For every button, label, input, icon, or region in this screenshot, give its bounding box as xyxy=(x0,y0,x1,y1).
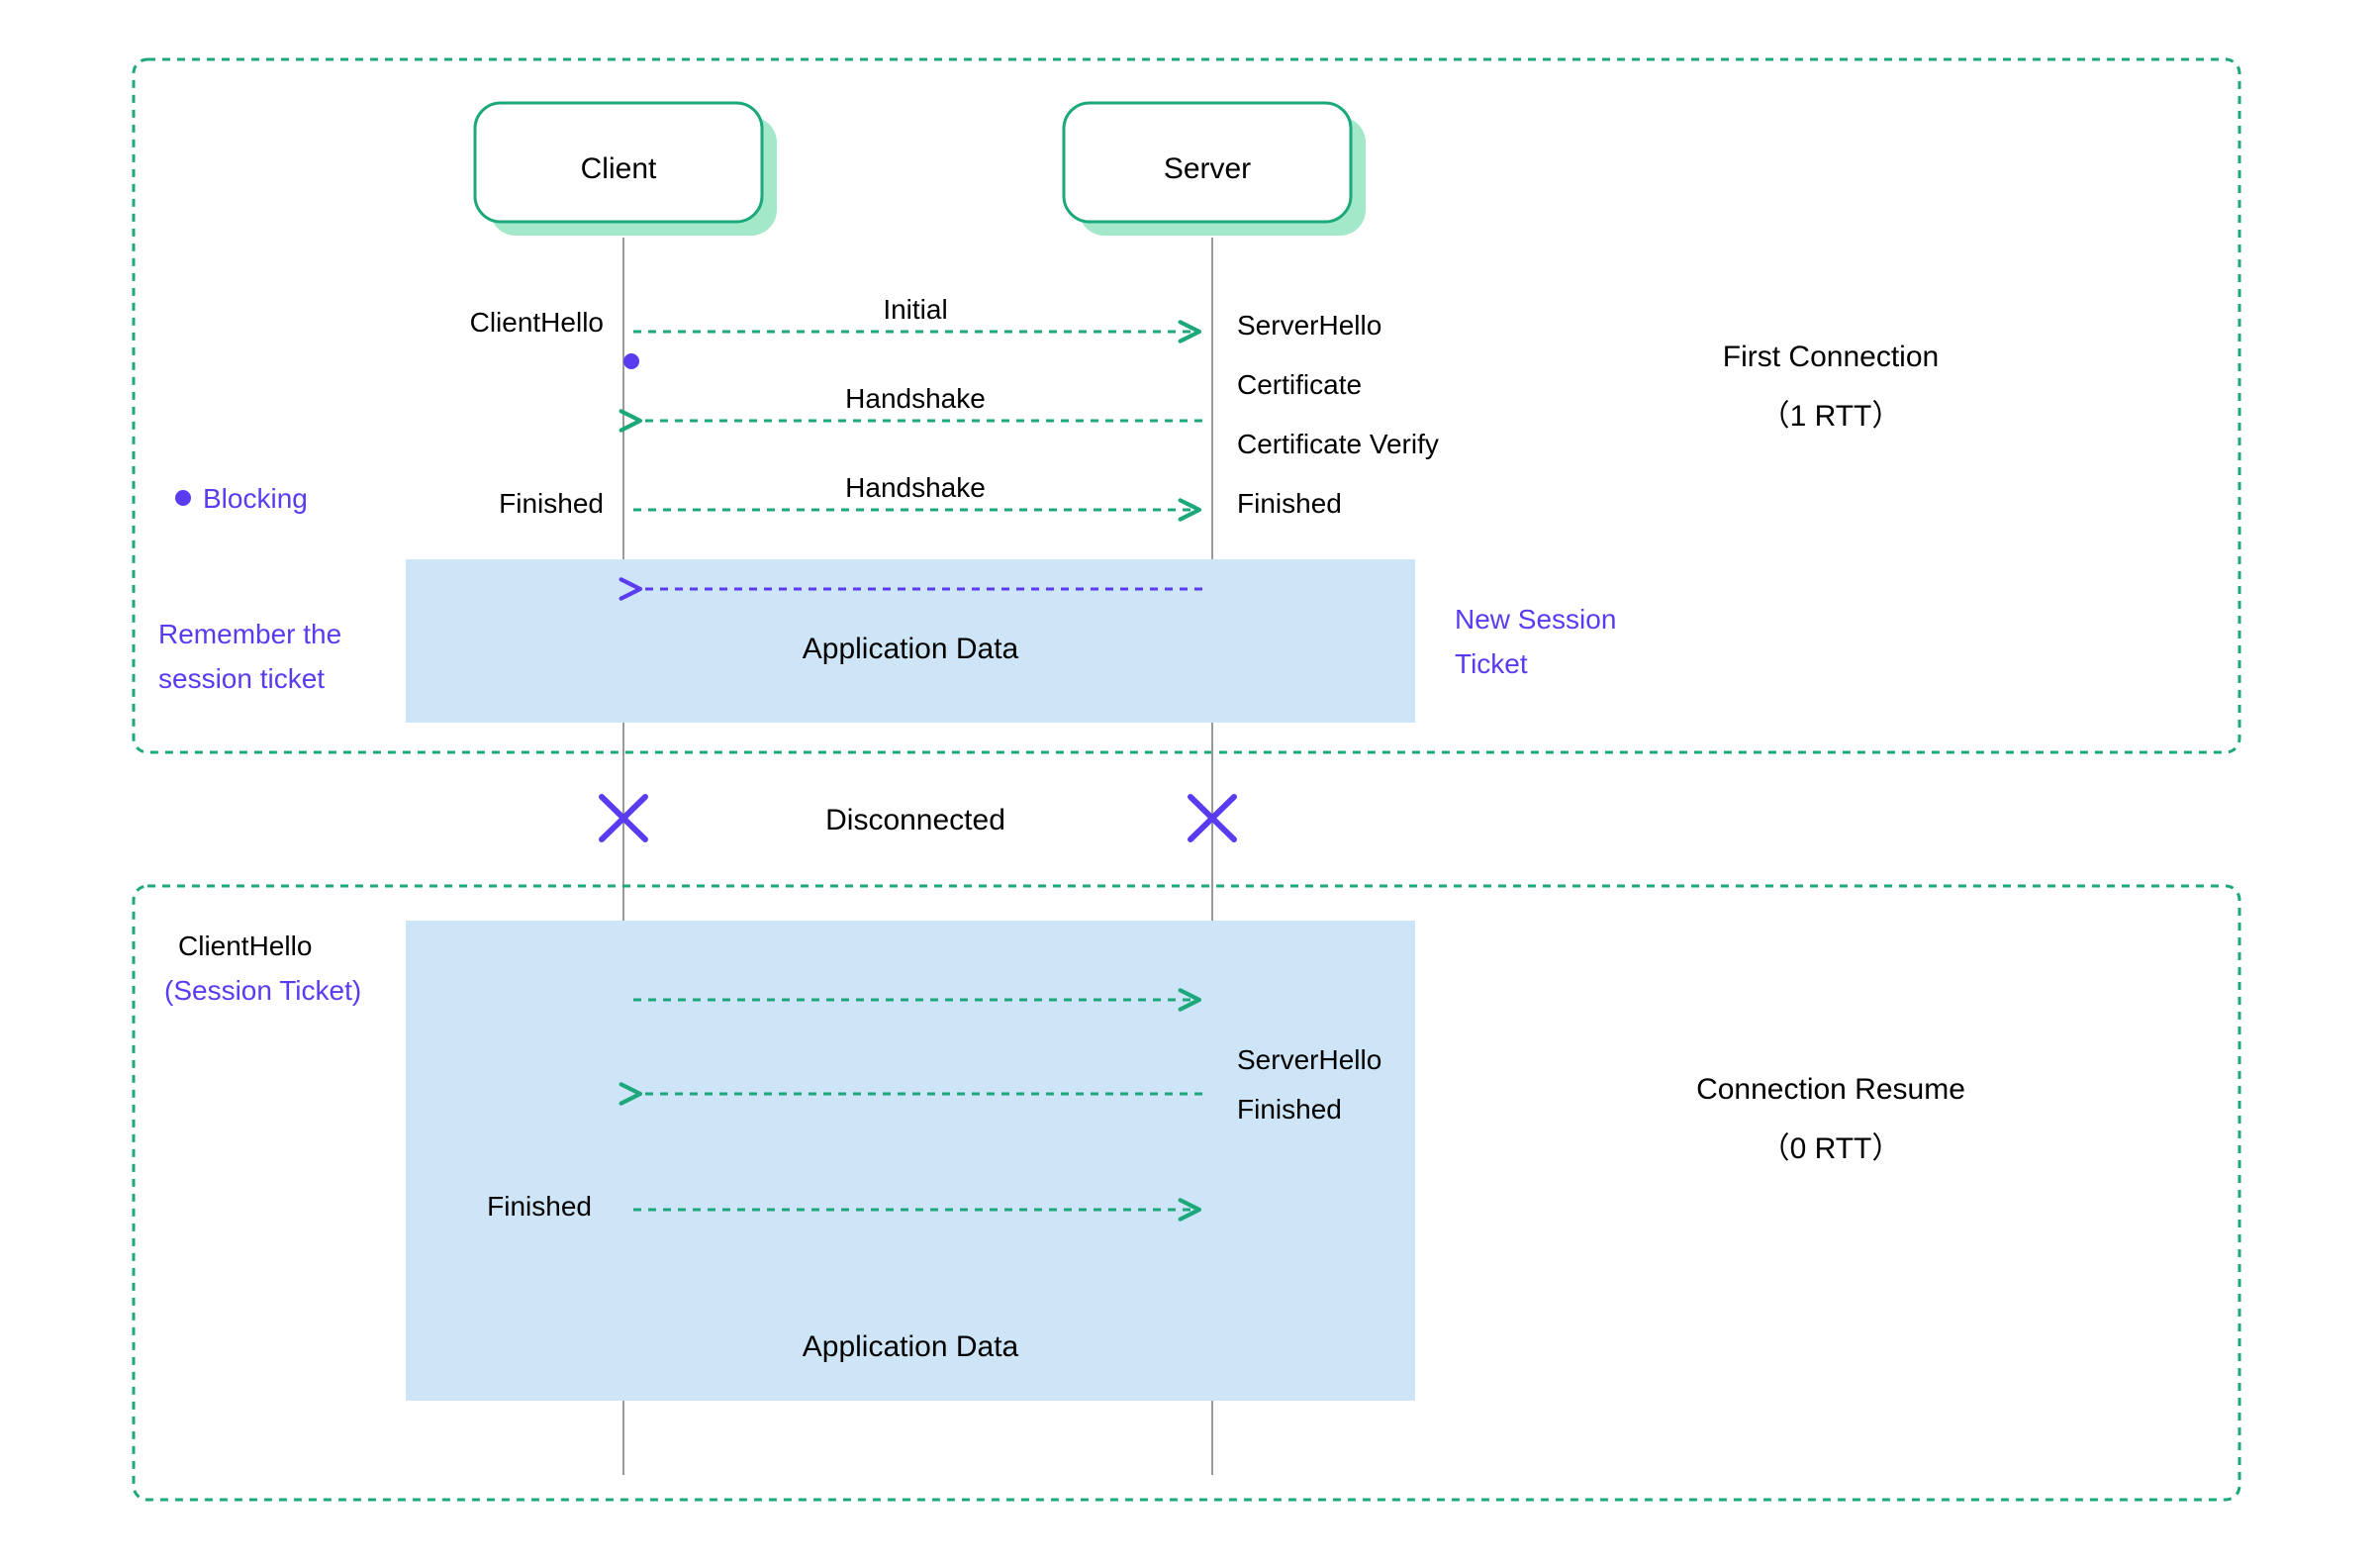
resume-server-hello-text: ServerHello xyxy=(1237,1044,1381,1075)
app-data-text-1: Application Data xyxy=(803,633,1019,665)
remember-ticket-text1: Remember the xyxy=(158,619,341,649)
client-hello-text: ClientHello xyxy=(470,307,604,338)
server-hello-text: ServerHello xyxy=(1237,310,1381,341)
client-finished-text: Finished xyxy=(499,488,604,519)
new-session-ticket-text1: New Session xyxy=(1455,604,1616,635)
tls-sequence-diagram: Client Server First Connection （1 RTT） I… xyxy=(0,0,2380,1568)
server-node: Server xyxy=(1064,103,1366,236)
first-connection-title: First Connection xyxy=(1723,341,1939,373)
resume-session-ticket-text: (Session Ticket) xyxy=(164,975,361,1006)
arrow-handshake-2-label: Handshake xyxy=(845,472,986,503)
server-certificate-text: Certificate xyxy=(1237,369,1362,400)
server-finished-text: Finished xyxy=(1237,488,1342,519)
server-label: Server xyxy=(1164,152,1251,185)
client-label: Client xyxy=(581,152,657,185)
legend-blocking-text: Blocking xyxy=(203,483,308,514)
first-connection-rtt: （1 RTT） xyxy=(1761,400,1902,433)
disconnected-text: Disconnected xyxy=(825,804,1005,836)
resume-server-finished-text: Finished xyxy=(1237,1094,1342,1125)
client-node: Client xyxy=(475,103,777,236)
connection-resume-title: Connection Resume xyxy=(1696,1073,1965,1106)
app-data-text-2: Application Data xyxy=(803,1330,1019,1363)
arrow-initial-label: Initial xyxy=(883,294,947,325)
new-session-ticket-text2: Ticket xyxy=(1455,648,1528,679)
resume-client-finished-text: Finished xyxy=(487,1191,592,1222)
server-cert-verify-text: Certificate Verify xyxy=(1237,429,1439,459)
arrow-handshake-1-label: Handshake xyxy=(845,383,986,414)
blocking-dot-icon xyxy=(623,353,639,369)
resume-client-hello-text: ClientHello xyxy=(178,931,312,961)
app-data-bar-2 xyxy=(406,921,1415,1401)
remember-ticket-text2: session ticket xyxy=(158,663,325,694)
connection-resume-rtt: （0 RTT） xyxy=(1761,1132,1902,1165)
legend-blocking-dot-icon xyxy=(175,490,191,506)
